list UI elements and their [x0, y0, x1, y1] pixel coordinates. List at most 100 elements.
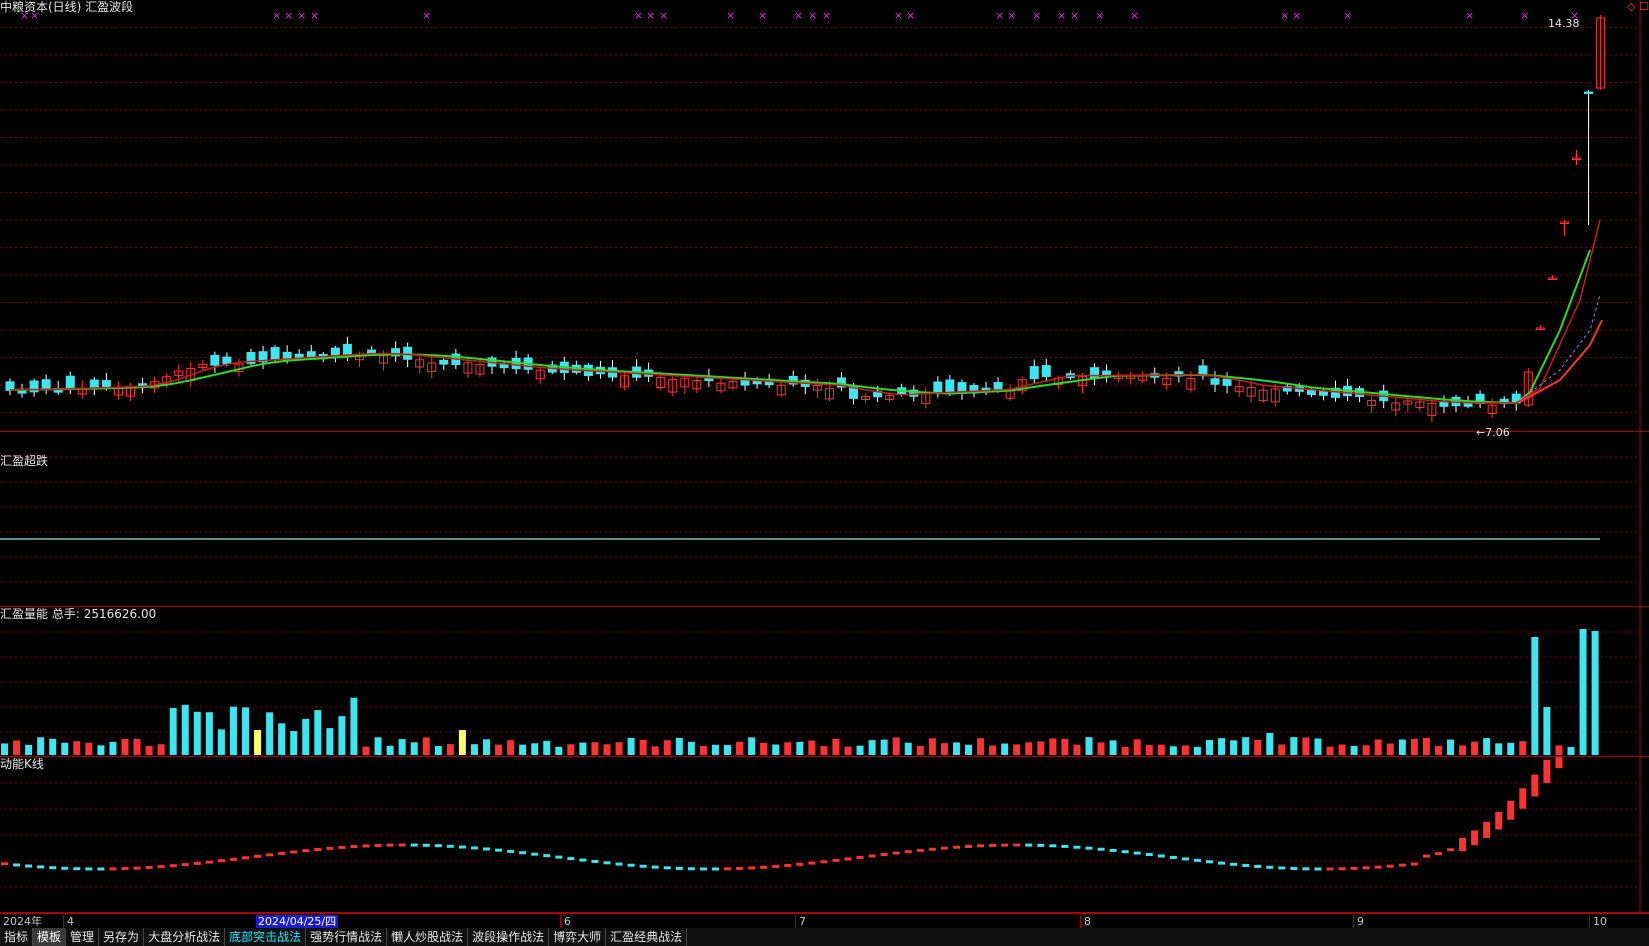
momentum-bar: [1471, 830, 1479, 846]
oversold-chart[interactable]: [0, 432, 1649, 607]
momentum-bar: [398, 843, 406, 847]
momentum-panel[interactable]: 动能K线: [0, 757, 1649, 913]
tab-game-master[interactable]: 博弈大师: [549, 928, 607, 946]
momentum-bar: [1374, 865, 1382, 869]
momentum-bar: [1085, 846, 1093, 850]
volume-bar: [1495, 743, 1503, 755]
volume-bar: [229, 706, 237, 755]
tab-manage[interactable]: 管理: [66, 928, 100, 946]
momentum-bar: [1338, 867, 1346, 871]
volume-bar: [1133, 739, 1141, 755]
volume-bar: [266, 712, 274, 755]
momentum-bar: [422, 843, 430, 847]
momentum-bar: [952, 845, 960, 849]
tab-market-analysis[interactable]: 大盘分析战法: [144, 928, 226, 946]
volume-bar: [61, 742, 69, 755]
volume-bar: [1169, 746, 1177, 755]
volume-bar: [1483, 738, 1491, 755]
signal-marker: ×: [1130, 9, 1139, 22]
candle-body: [101, 380, 111, 388]
signal-marker: ×: [297, 9, 306, 22]
momentum-bar: [1290, 866, 1298, 870]
volume-bar: [1302, 737, 1310, 755]
volume-bar: [1278, 744, 1286, 755]
momentum-bar: [217, 859, 225, 863]
volume-bar: [290, 731, 298, 755]
momentum-bar: [145, 865, 153, 869]
volume-bar: [844, 746, 852, 755]
volume-bar: [85, 742, 93, 755]
momentum-bar: [1145, 853, 1153, 857]
momentum-chart[interactable]: [0, 757, 1649, 913]
tab-classic-strategy[interactable]: 汇盈经典战法: [606, 928, 688, 946]
momentum-bar: [699, 867, 707, 871]
signal-marker: ×: [726, 9, 735, 22]
tab-template[interactable]: 模板: [33, 928, 67, 946]
tab-indicator[interactable]: 指标: [0, 928, 34, 946]
volume-bar: [483, 739, 490, 755]
volume-bar: [1218, 738, 1226, 755]
tab-swing-trading[interactable]: 波段操作战法: [468, 928, 550, 946]
volume-bar: [675, 737, 683, 755]
momentum-bar: [579, 858, 587, 862]
volume-bar: [302, 718, 310, 755]
volume-bar: [49, 738, 57, 755]
momentum-bar: [1157, 854, 1165, 858]
momentum-bar: [1013, 843, 1021, 847]
momentum-bar: [290, 850, 298, 854]
high-price-label: 14.38: [1548, 17, 1580, 30]
signal-marker: ×: [634, 9, 643, 22]
volume-bar: [1567, 747, 1575, 755]
volume-bar: [1422, 737, 1430, 755]
momentum-bar: [1073, 845, 1081, 849]
volume-panel[interactable]: 汇盈量能 总手: 2516626.00: [0, 607, 1649, 757]
volume-bar: [1350, 745, 1358, 755]
volume-bar: [687, 741, 695, 755]
momentum-bar: [73, 867, 81, 871]
candle-body: [306, 351, 316, 358]
momentum-bar: [229, 857, 237, 861]
price-chart-panel[interactable]: ××××××××××××××××××××××××××××××S 中粮资本(日线)…: [0, 0, 1649, 439]
volume-bar: [145, 746, 153, 755]
signal-marker: ×: [646, 9, 655, 22]
volume-bar: [73, 741, 81, 755]
volume-bar: [1314, 738, 1322, 755]
momentum-bar: [1447, 848, 1454, 852]
volume-bar: [1037, 741, 1045, 755]
volume-bar: [1145, 745, 1153, 755]
momentum-bar: [49, 866, 57, 870]
signal-marker: ×: [422, 9, 431, 22]
volume-bar: [1121, 746, 1129, 755]
candle-body: [1222, 378, 1232, 386]
momentum-bar: [892, 851, 900, 855]
momentum-bar: [25, 864, 33, 868]
momentum-bar: [157, 865, 165, 869]
oversold-panel[interactable]: 汇盈超跌: [0, 432, 1649, 607]
candle-body: [294, 353, 304, 359]
momentum-bar: [1362, 866, 1370, 870]
momentum-bar: [543, 854, 551, 858]
momentum-bar: [326, 846, 334, 850]
axis-month-8: 8: [1080, 915, 1091, 928]
volume-bar: [1001, 743, 1009, 755]
axis-month-6: 6: [560, 915, 571, 928]
tab-save-as[interactable]: 另存为: [99, 928, 145, 946]
tab-lazy-trading[interactable]: 懒人炒股战法: [387, 928, 469, 946]
candle-body: [1210, 378, 1220, 385]
chart-title: 中粮资本(日线) 汇盈波段: [0, 0, 134, 14]
volume-bar: [1398, 739, 1406, 755]
candlestick-chart[interactable]: ××××××××××××××××××××××××××××××S: [0, 0, 1649, 432]
volume-chart[interactable]: [0, 607, 1649, 757]
tab-bottom-breakout[interactable]: 底部突击战法: [225, 928, 307, 946]
volume-bar: [1266, 733, 1274, 755]
signal-marker: ×: [1095, 9, 1104, 22]
volume-bar: [1326, 746, 1334, 755]
corner-icons[interactable]: ◇ ☐: [1627, 0, 1649, 13]
momentum-bar: [302, 849, 310, 853]
momentum-bar: [519, 851, 527, 855]
volume-bar: [495, 744, 503, 755]
tab-strong-trend[interactable]: 强势行情战法: [306, 928, 388, 946]
momentum-bar: [1278, 866, 1286, 870]
volume-bar: [254, 730, 262, 755]
volume-bar: [808, 740, 816, 755]
